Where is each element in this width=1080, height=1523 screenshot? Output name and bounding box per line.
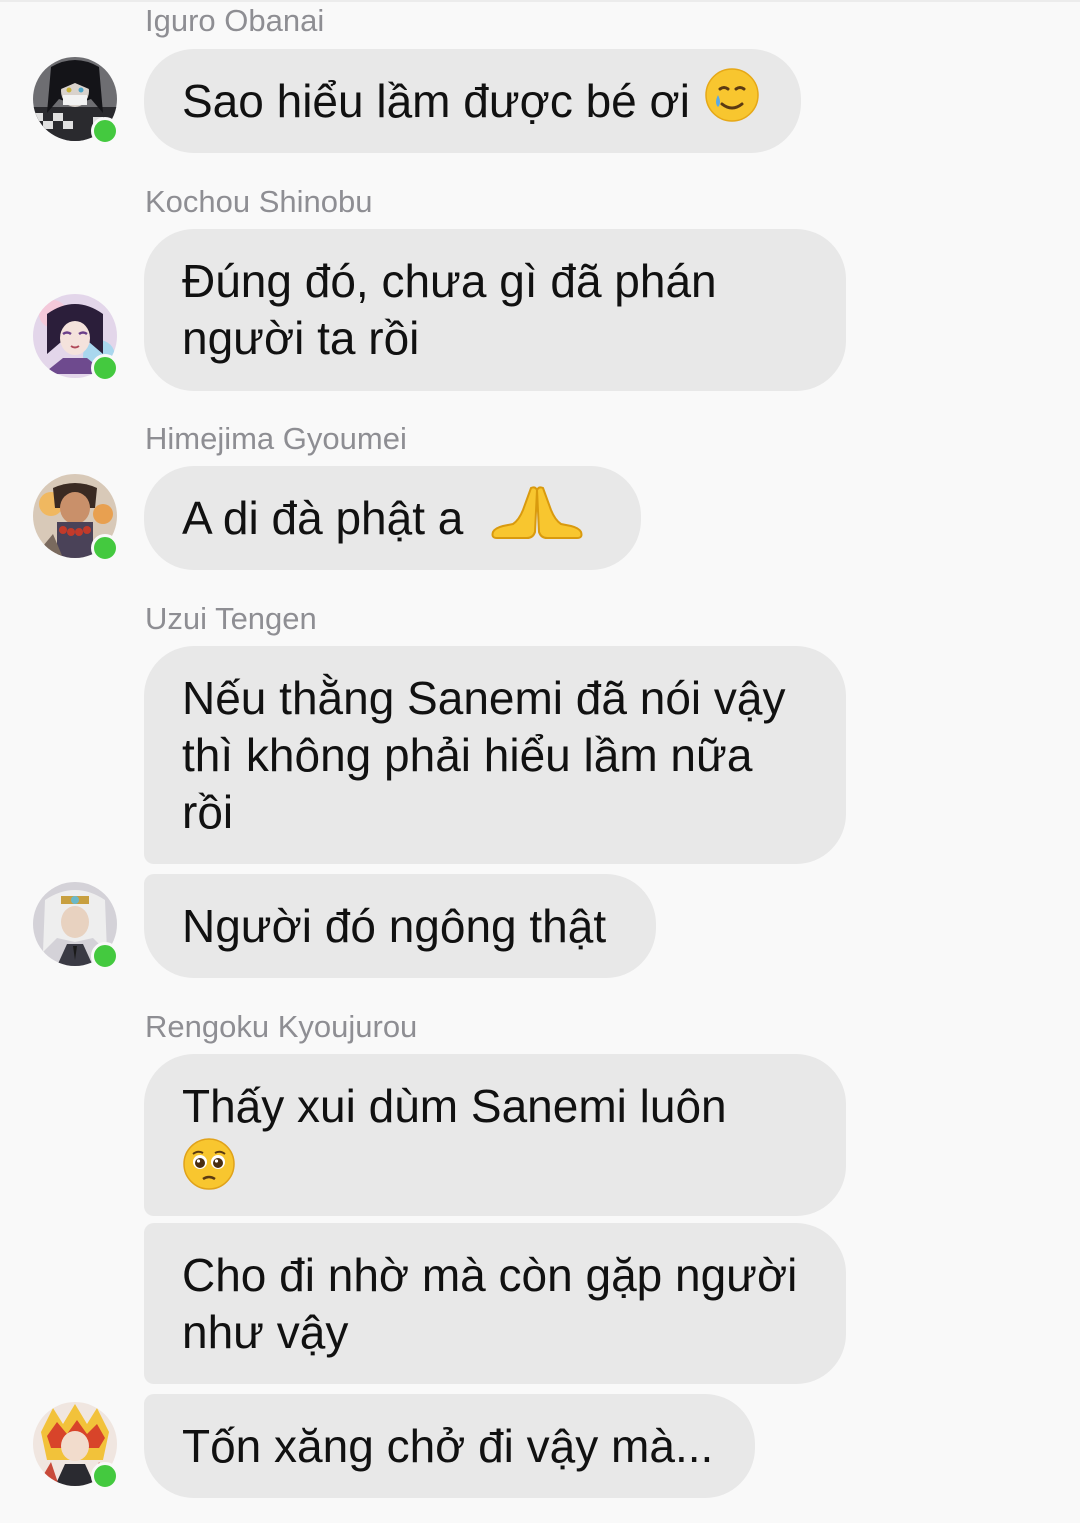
message-bubble[interactable]: Nếu thằng Sanemi đã nói vậy thì không ph… [144, 646, 846, 864]
avatar-rengoku[interactable] [33, 1402, 119, 1490]
avatar-uzui[interactable] [33, 882, 119, 970]
message-bubble[interactable]: Đúng đó, chưa gì đã phán người ta rồi [144, 229, 846, 391]
sender-name-rengoku: Rengoku Kyoujurou [145, 1009, 418, 1044]
online-status-indicator [91, 354, 119, 382]
message-text: A di đà phật a [182, 491, 464, 544]
crying-smile-emoji [704, 67, 760, 136]
online-status-indicator [91, 117, 119, 145]
message-bubble[interactable]: A di đà phật a [144, 466, 641, 570]
folded-hands-emoji [491, 484, 583, 553]
message-text: Thấy xui dùm Sanemi luôn [182, 1080, 727, 1132]
avatar-kochou[interactable] [33, 294, 119, 382]
online-status-indicator [91, 942, 119, 970]
message-bubble[interactable]: Tốn xăng chở đi vậy mà... [144, 1394, 755, 1498]
online-status-indicator [91, 1462, 119, 1490]
message-text: Nếu thằng Sanemi đã nói vậy thì không ph… [182, 672, 786, 838]
message-text: Sao hiểu lầm được bé ơi [182, 74, 690, 127]
sender-name-iguro: Iguro Obanai [145, 3, 325, 38]
avatar-himejima[interactable] [33, 474, 119, 562]
message-text: Đúng đó, chưa gì đã phán người ta rồi [182, 255, 717, 364]
sender-name-kochou: Kochou Shinobu [145, 184, 373, 219]
top-divider [0, 0, 1080, 2]
message-text: Người đó ngông thật [182, 899, 607, 952]
message-bubble[interactable]: Người đó ngông thật [144, 874, 656, 978]
message-bubble[interactable]: Thấy xui dùm Sanemi luôn [144, 1054, 846, 1216]
online-status-indicator [91, 534, 119, 562]
message-text: Tốn xăng chở đi vậy mà... [182, 1419, 714, 1472]
sender-name-himejima: Himejima Gyoumei [145, 421, 407, 456]
message-bubble[interactable]: Cho đi nhờ mà còn gặp người như vậy [144, 1223, 846, 1384]
sender-name-uzui: Uzui Tengen [145, 601, 317, 636]
message-text: Cho đi nhờ mà còn gặp người như vậy [182, 1249, 798, 1358]
pleading-face-emoji [182, 1137, 727, 1204]
message-bubble[interactable]: Sao hiểu lầm được bé ơi [144, 49, 801, 153]
avatar-iguro[interactable] [33, 57, 119, 145]
